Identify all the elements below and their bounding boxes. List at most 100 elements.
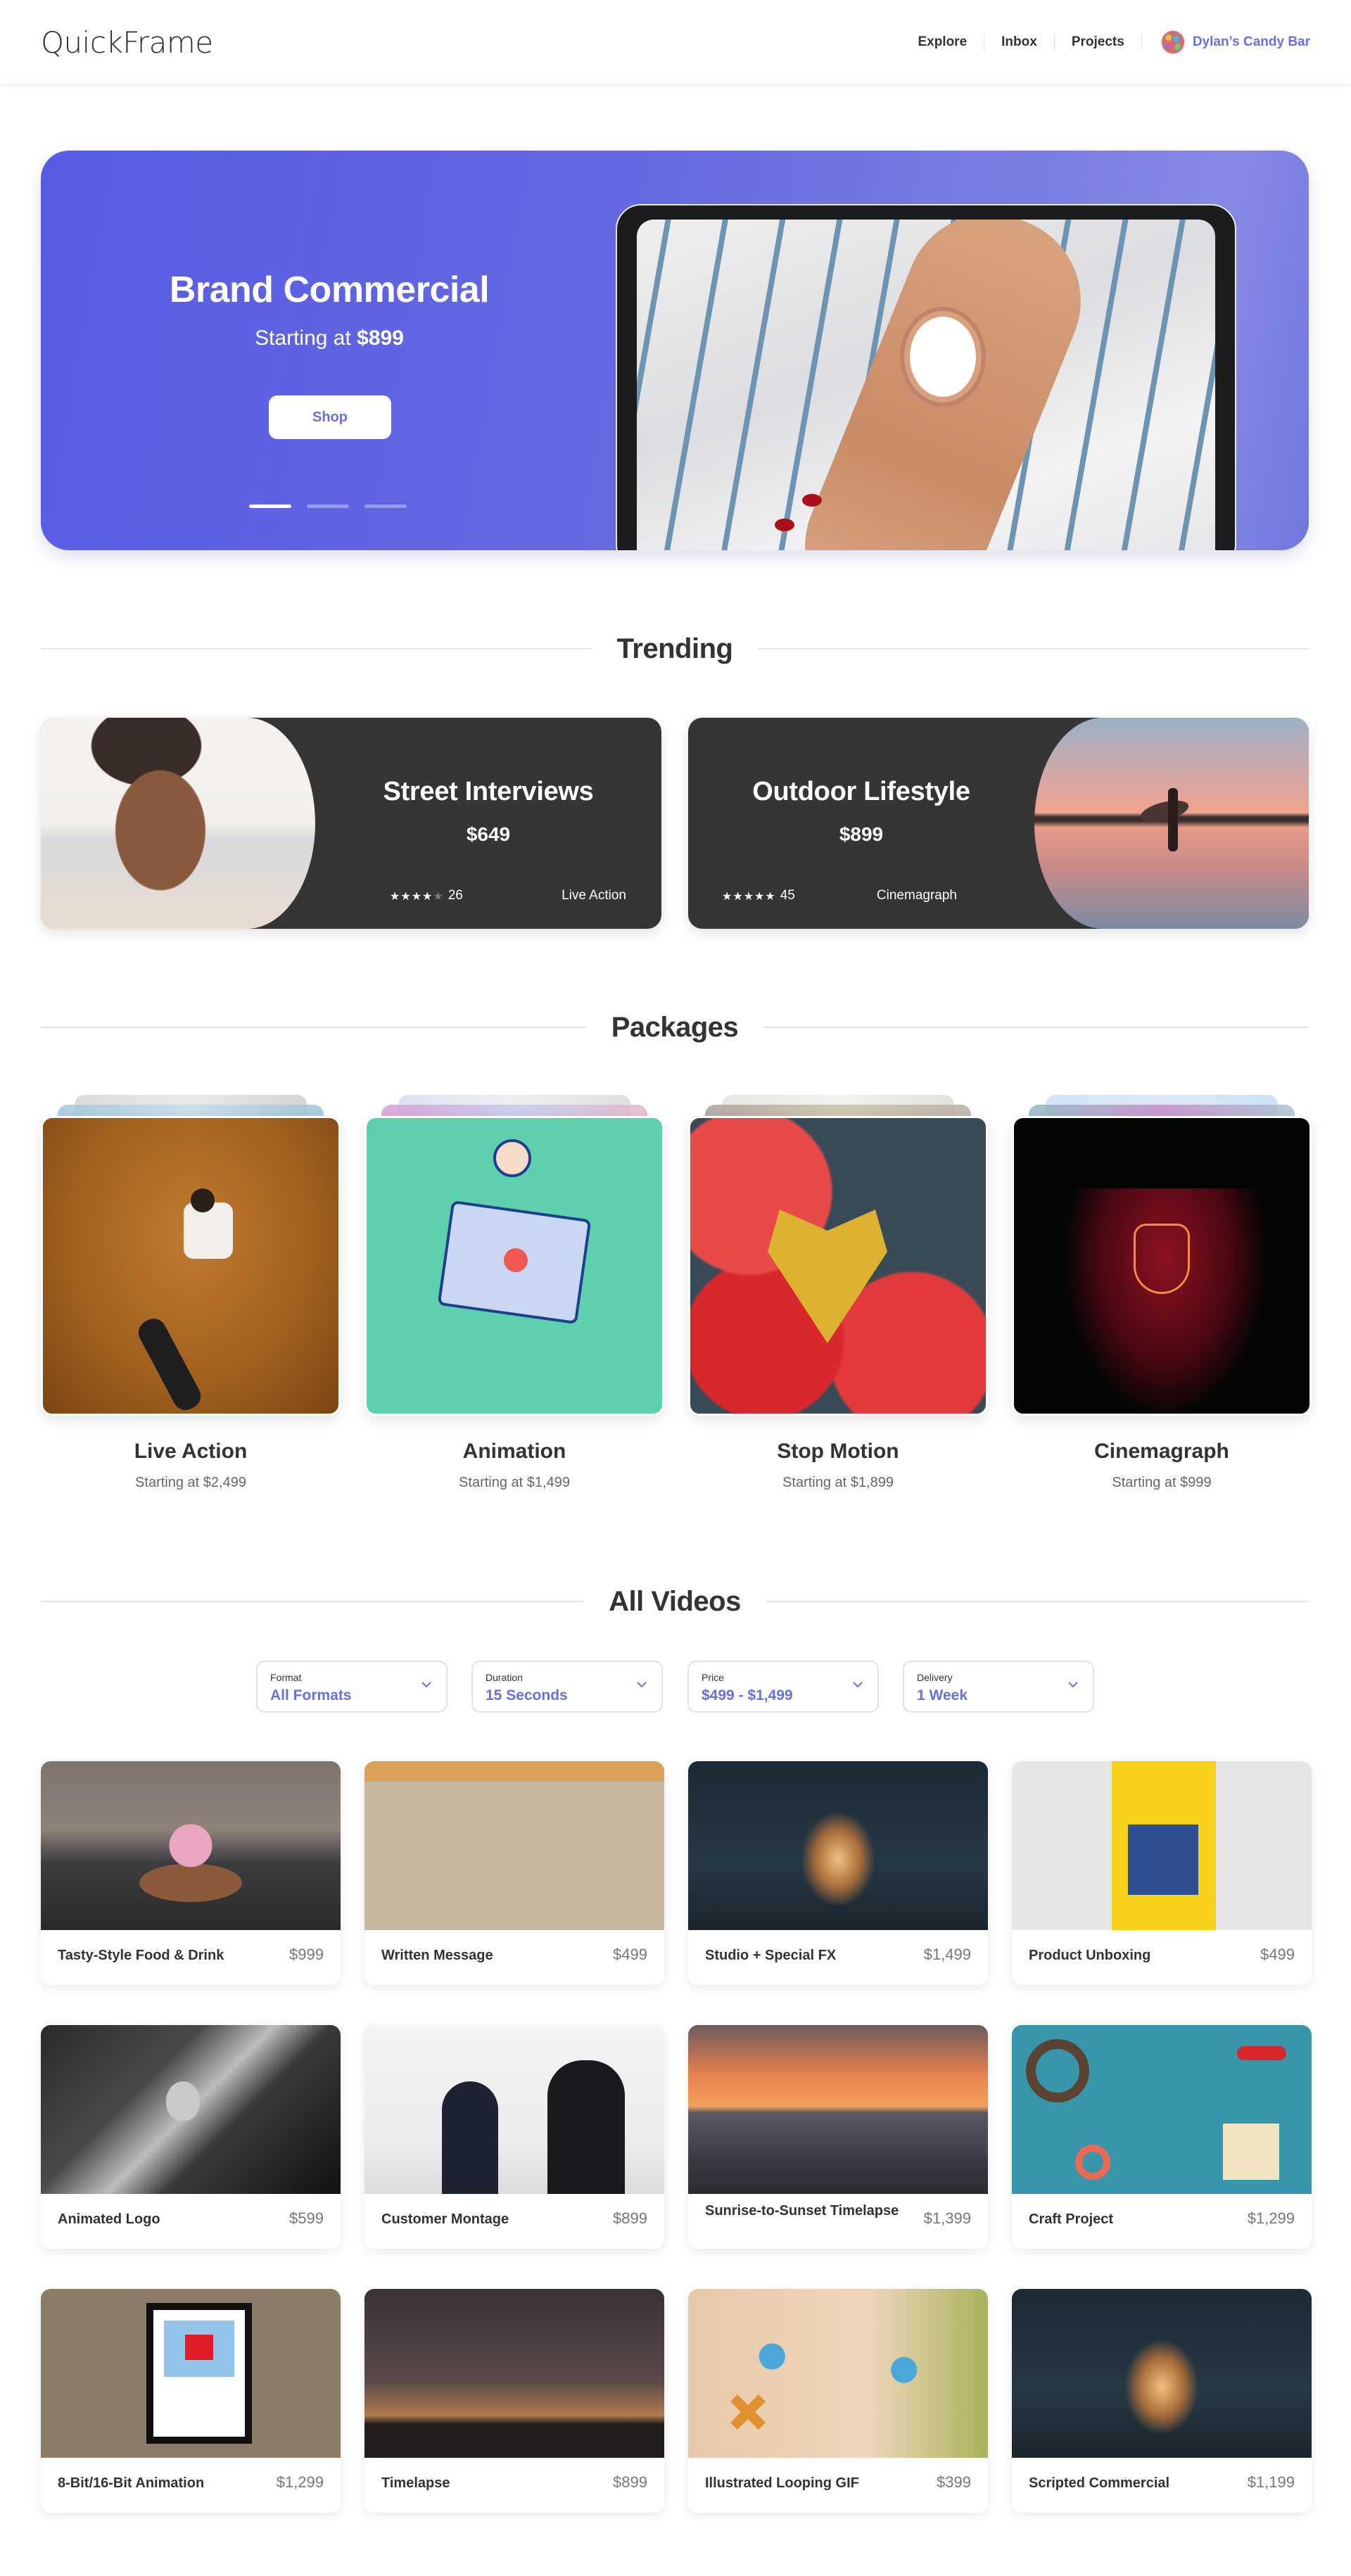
trending-heading: Trending	[41, 628, 1309, 670]
top-navigation-bar: QuickFrame Explore Inbox Projects Dylan’…	[0, 0, 1351, 84]
filter-value: 1 Week	[917, 1687, 968, 1703]
trending-card-title: Outdoor Lifestyle	[752, 777, 970, 806]
video-card[interactable]: Illustrated Looping GIF $399	[688, 2289, 988, 2513]
x-mark-icon	[730, 2394, 766, 2430]
carousel-dot-3[interactable]	[364, 505, 407, 508]
chevron-down-icon	[421, 1682, 431, 1688]
video-card[interactable]: Timelapse $899	[364, 2289, 664, 2513]
video-thumbnail-writing-hand	[364, 1761, 664, 1930]
video-price: $1,499	[923, 1946, 971, 1963]
package-image-origami-hearts[interactable]	[688, 1116, 988, 1416]
tablet-mockup	[616, 204, 1236, 550]
video-title: Animated Logo	[58, 2212, 160, 2227]
trending-card-body: Outdoor Lifestyle $899 ★★★★★ 45 Cinemagr…	[688, 718, 1034, 929]
watch-icon	[904, 311, 982, 402]
nav-projects[interactable]: Projects	[1055, 34, 1142, 50]
delivery-filter-dropdown[interactable]: Delivery 1 Week	[903, 1661, 1094, 1713]
video-price: $1,299	[276, 2473, 324, 2491]
package-name: Cinemagraph	[1094, 1440, 1229, 1463]
account-name: Dylan’s Candy Bar	[1192, 34, 1310, 49]
package-image-neon-mask[interactable]	[1012, 1116, 1312, 1416]
all-videos-title: All Videos	[609, 1585, 741, 1617]
package-price: Starting at $999	[1112, 1475, 1212, 1490]
person-silhouette	[442, 2081, 498, 2194]
divider	[758, 648, 1309, 649]
hero-subtitle-prefix: Starting at	[255, 326, 351, 350]
trending-card-body: Street Interviews $649 ★★★★★ 26 Live Act…	[315, 718, 661, 929]
neon-mask-icon	[1134, 1224, 1190, 1294]
video-thumbnail-night-sky-trees	[364, 2289, 664, 2458]
filter-value: $499 - $1,499	[702, 1687, 793, 1703]
video-price: $1,199	[1247, 2473, 1295, 2491]
hero-price: $899	[357, 326, 404, 350]
video-title: Customer Montage	[381, 2212, 509, 2227]
star-rating-icon: ★★★★★	[722, 889, 776, 903]
video-card[interactable]: 8-Bit/16-Bit Animation $1,299	[41, 2289, 341, 2513]
video-thumbnail-craft-tools	[1012, 2025, 1312, 2194]
video-title: 8-Bit/16-Bit Animation	[58, 2475, 205, 2491]
trending-card-price: $899	[839, 823, 884, 845]
trending-card-category: Cinemagraph	[876, 888, 957, 903]
price-filter-dropdown[interactable]: Price $499 - $1,499	[687, 1661, 879, 1713]
video-card[interactable]: Animated Logo $599	[41, 2025, 341, 2249]
video-card[interactable]: Craft Project $1,299	[1012, 2025, 1312, 2249]
chevron-down-icon	[637, 1682, 647, 1688]
video-price: $499	[613, 1946, 647, 1963]
review-count: 45	[780, 888, 795, 903]
trending-card-street-interviews[interactable]: Street Interviews $649 ★★★★★ 26 Live Act…	[41, 718, 661, 929]
all-videos-heading: All Videos	[41, 1580, 1309, 1623]
shop-button[interactable]: Shop	[269, 395, 391, 439]
account-menu[interactable]: Dylan’s Candy Bar	[1142, 30, 1310, 55]
video-price: $399	[937, 2473, 971, 2491]
tape-roll-icon	[1026, 2039, 1089, 2102]
package-name: Live Action	[134, 1440, 248, 1463]
format-filter-dropdown[interactable]: Format All Formats	[256, 1661, 448, 1713]
filter-value: All Formats	[270, 1687, 352, 1703]
video-card[interactable]: Studio + Special FX $1,499	[688, 1761, 988, 1985]
account-avatar	[1160, 30, 1186, 55]
video-title: Product Unboxing	[1029, 1948, 1151, 1963]
package-image-animated-character[interactable]	[364, 1116, 664, 1416]
carousel-pagination	[249, 505, 407, 508]
package-name: Stop Motion	[777, 1440, 899, 1463]
video-card[interactable]: Sunrise-to-Sunset Timelapse $1,399	[688, 2025, 988, 2249]
scissors-icon	[1237, 2046, 1286, 2060]
video-card[interactable]: Customer Montage $899	[364, 2025, 664, 2249]
apple-logo-icon	[166, 2081, 200, 2121]
nail-shape	[775, 519, 794, 531]
video-thumbnail-ocean-sunset	[688, 2025, 988, 2194]
hero-title: Brand Commercial	[169, 269, 490, 310]
hero-subtitle: Starting at $899	[41, 326, 618, 350]
video-card[interactable]: Tasty-Style Food & Drink $999	[41, 1761, 341, 1985]
video-price: $599	[289, 2209, 324, 2227]
package-image-skateboarder[interactable]	[41, 1116, 341, 1416]
trending-image-surfer-sunset	[1034, 718, 1309, 929]
carousel-dot-1[interactable]	[249, 505, 291, 508]
video-price: $1,399	[923, 2209, 971, 2227]
divider	[41, 648, 592, 649]
carousel-dot-2[interactable]	[307, 505, 349, 508]
filter-value: 15 Seconds	[486, 1687, 568, 1703]
duration-filter-dropdown[interactable]: Duration 15 Seconds	[471, 1661, 663, 1713]
package-price: Starting at $1,499	[459, 1475, 570, 1490]
video-card[interactable]: Scripted Commercial $1,199	[1012, 2289, 1312, 2513]
video-price: $899	[613, 2473, 647, 2491]
video-card[interactable]: Written Message $499	[364, 1761, 664, 1985]
product-card	[1128, 1825, 1198, 1895]
nav-inbox[interactable]: Inbox	[984, 34, 1055, 50]
nav-explore[interactable]: Explore	[918, 34, 985, 50]
video-thumbnail-product-box	[1012, 1761, 1312, 1930]
trending-card-price: $649	[466, 823, 511, 845]
video-thumbnail-pixel-art	[41, 2289, 341, 2458]
quickframe-logo[interactable]: QuickFrame	[41, 25, 213, 60]
video-title: Tasty-Style Food & Drink	[58, 1948, 224, 1963]
skater-head	[191, 1188, 215, 1212]
video-card[interactable]: Product Unboxing $499	[1012, 1761, 1312, 1985]
video-title: Written Message	[381, 1948, 493, 1963]
trending-card-outdoor-lifestyle[interactable]: Outdoor Lifestyle $899 ★★★★★ 45 Cinemagr…	[688, 718, 1309, 929]
video-title: Sunrise-to-Sunset Timelapse	[705, 2203, 899, 2219]
video-price: $499	[1260, 1946, 1295, 1963]
video-title: Studio + Special FX	[705, 1948, 837, 1963]
tape-roll-icon	[1075, 2145, 1110, 2180]
video-title: Illustrated Looping GIF	[705, 2475, 859, 2491]
